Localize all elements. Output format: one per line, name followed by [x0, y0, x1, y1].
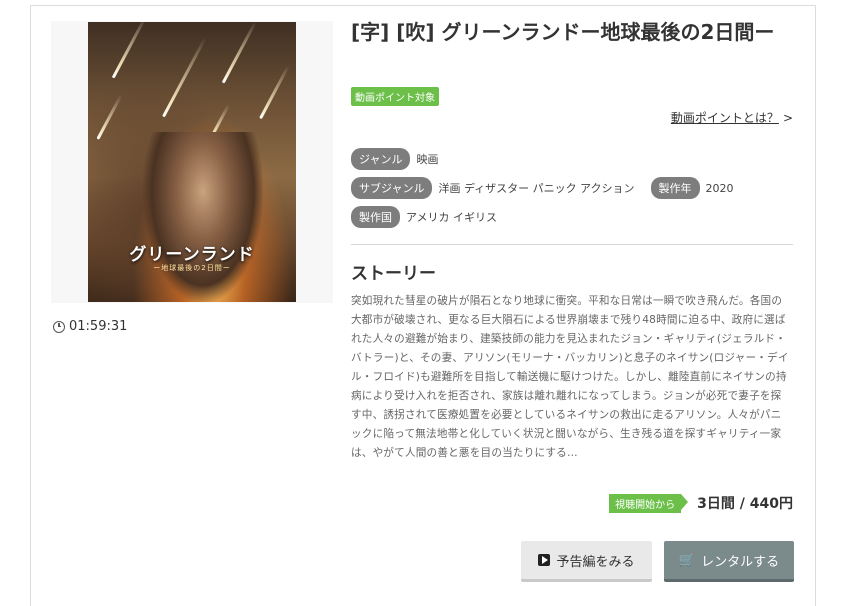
meta-genre-row: ジャンル 映画 [351, 148, 454, 170]
subgenre-tag: サブジャンル [351, 177, 433, 199]
meta-country-row: 製作国 アメリカ イギリス [351, 206, 513, 228]
genre-value[interactable]: 映画 [416, 151, 438, 167]
page-title: [字] [吹] グリーンランドー地球最後の2日間ー [351, 20, 775, 44]
chevron-right-icon: > [782, 111, 793, 125]
poster-title: グリーンランド [129, 245, 255, 265]
story-text: 突如現れた彗星の破片が隕石となり地球に衝突。平和な日常は一瞬で吹き飛んだ。各国の… [351, 295, 789, 459]
point-info-label: 動画ポイントとは？ [670, 111, 779, 125]
rental-price: 3日間 / 440円 [697, 496, 793, 512]
point-eligible-badge: 動画ポイント対象 [351, 87, 439, 106]
country-value[interactable]: アメリカ イギリス [406, 209, 497, 225]
poster-container: グリーンランド ー地球最後の2日間ー [51, 21, 333, 303]
cart-icon: 🛒 [678, 552, 696, 568]
duration: 01:59:31 [53, 319, 127, 334]
trailer-button[interactable]: 予告編をみる [521, 541, 652, 582]
movie-poster[interactable]: グリーンランド ー地球最後の2日間ー [88, 22, 296, 302]
section-divider [351, 244, 793, 245]
clock-icon [53, 320, 65, 333]
subgenre-value[interactable]: 洋画 ディザスター パニック アクション [438, 180, 634, 196]
viewing-start-badge: 視聴開始から [609, 493, 689, 513]
poster-subtitle: ー地球最後の2日間ー [153, 264, 231, 272]
year-tag: 製作年 [650, 177, 700, 199]
genre-tag: ジャンル [351, 148, 411, 170]
rent-button[interactable]: 🛒 レンタルする [664, 541, 794, 582]
price-row: 視聴開始から 3日間 / 440円 [609, 493, 793, 513]
story-heading: ストーリー [351, 264, 436, 284]
duration-value: 01:59:31 [69, 319, 128, 334]
country-tag: 製作国 [351, 206, 400, 228]
play-icon [538, 554, 551, 566]
point-info-link[interactable]: 動画ポイントとは？ > [671, 109, 793, 126]
trailer-button-label: 予告編をみる [556, 554, 635, 570]
poster-figures [143, 132, 263, 302]
year-value: 2020 [705, 181, 734, 195]
meta-subgenre-row: サブジャンル 洋画 ディザスター パニック アクション 製作年 2020 [351, 177, 750, 199]
rent-button-label: レンタルする [701, 554, 780, 570]
movie-detail-panel: グリーンランド ー地球最後の2日間ー 01:59:31 [字] [吹] グリーン… [30, 5, 816, 606]
